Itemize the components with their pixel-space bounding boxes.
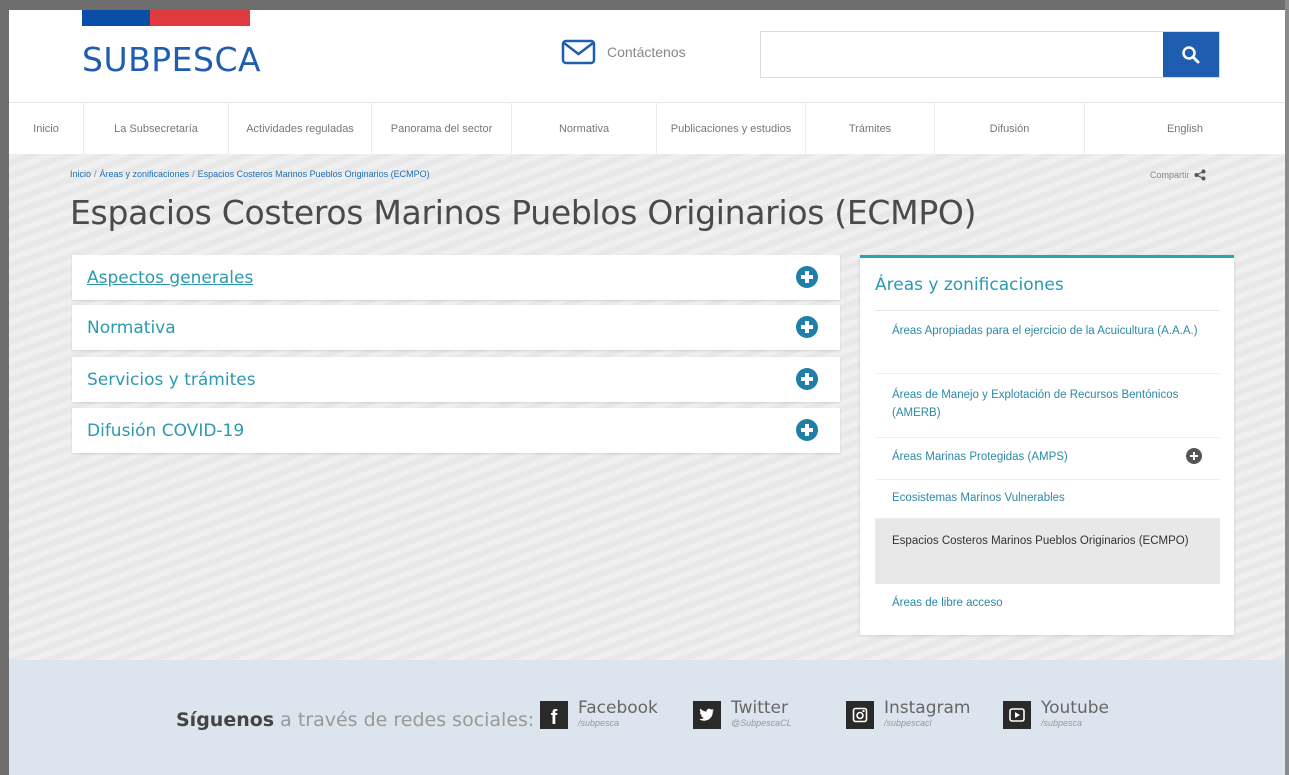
window-frame-top [0,0,1289,10]
sidebar-link-ecmpo-active[interactable]: Espacios Costeros Marinos Pueblos Origin… [875,519,1220,584]
nav-item-panorama[interactable]: Panorama del sector [372,103,512,154]
nav-item-difusion[interactable]: Difusión [935,103,1085,154]
sidebar-link-amerb[interactable]: Áreas de Manejo y Explotación de Recurso… [875,386,1220,438]
breadcrumb-separator: / [94,169,97,179]
breadcrumb-separator: / [192,169,195,179]
sidebar-panel: Áreas y zonificaciones Áreas Apropiadas … [860,255,1234,635]
sidebar-link-aaa[interactable]: Áreas Apropiadas para el ejercicio de la… [875,322,1220,374]
accordion-item-aspectos-generales[interactable]: Aspectos generales [72,255,840,300]
plus-circle-icon [796,316,818,338]
sidebar-link-libre-acceso[interactable]: Áreas de libre acceso [875,594,1220,618]
nav-item-tramites[interactable]: Trámites [806,103,935,154]
contact-label: Contáctenos [607,44,686,60]
contact-link[interactable]: Contáctenos [561,38,686,66]
plus-circle-icon [796,368,818,390]
flag-red [150,10,250,26]
main-nav: Inicio La Subsecretaría Actividades regu… [9,102,1285,154]
youtube-icon [1003,701,1031,729]
nav-item-normativa[interactable]: Normativa [512,103,657,154]
social-name: Twitter [731,698,788,718]
nav-item-inicio[interactable]: Inicio [9,103,84,154]
facebook-icon: f [540,701,568,729]
share-label: Compartir [1150,170,1190,180]
accordion-label: Normativa [87,317,176,338]
social-handle: @SubpescaCL [731,718,792,728]
window-frame-left [0,0,9,775]
page-title: Espacios Costeros Marinos Pueblos Origin… [70,193,977,232]
follow-text: Síguenos a través de redes sociales: [176,709,534,731]
breadcrumb: Inicio / Áreas y zonificaciones / Espaci… [70,169,430,179]
social-handle: /subpesca [578,718,620,728]
expand-circle-icon[interactable] [1186,448,1202,464]
social-name: Youtube [1041,698,1109,718]
window-frame-right [1285,0,1289,775]
breadcrumb-home[interactable]: Inicio [70,169,91,179]
breadcrumb-current[interactable]: Espacios Costeros Marinos Pueblos Origin… [198,169,430,179]
social-link-instagram[interactable]: Instagram/subpescacl [846,698,971,729]
brand-flag-bar [82,10,250,26]
social-link-youtube[interactable]: Youtube/subpesca [1003,698,1109,729]
social-name: Instagram [884,698,971,718]
search-button[interactable] [1163,32,1219,77]
social-link-twitter[interactable]: Twitter @SubpescaCL [693,698,792,729]
nav-item-subsecretaria[interactable]: La Subsecretaría [84,103,229,154]
twitter-icon [693,701,721,729]
social-link-facebook[interactable]: f Facebook/subpesca [540,698,658,729]
sidebar-link-ecosistemas[interactable]: Ecosistemas Marinos Vulnerables [875,489,1220,519]
instagram-icon [846,701,874,729]
search-icon [1182,45,1200,63]
share-icon [1194,169,1206,181]
nav-item-english[interactable]: English [1085,103,1285,154]
accordion-label: Aspectos generales [87,267,254,288]
nav-item-publicaciones[interactable]: Publicaciones y estudios [657,103,806,154]
accordion-item-servicios-tramites[interactable]: Servicios y trámites [72,357,840,402]
social-handle: /subpescacl [884,718,932,728]
envelope-icon [561,39,596,65]
follow-rest: a través de redes sociales: [274,709,535,731]
search-input[interactable] [761,32,1163,77]
sidebar-divider [875,310,1220,311]
follow-bold: Síguenos [176,709,275,731]
breadcrumb-section[interactable]: Áreas y zonificaciones [100,169,190,179]
sidebar-link-label: Espacios Costeros Marinos Pueblos Origin… [892,535,1189,547]
accordion-item-difusion-covid[interactable]: Difusión COVID-19 [72,408,840,453]
search-box [760,31,1220,78]
sidebar-link-amps[interactable]: Áreas Marinas Protegidas (AMPS) [875,448,1220,480]
share-button[interactable]: Compartir [1150,169,1206,181]
site-logo[interactable]: SUBPESCA [82,40,261,79]
social-handle: /subpesca [1041,718,1083,728]
accordion-label: Servicios y trámites [87,369,256,390]
plus-circle-icon [796,266,818,288]
sidebar-heading[interactable]: Áreas y zonificaciones [875,275,1064,295]
nav-item-actividades[interactable]: Actividades reguladas [229,103,372,154]
social-name: Facebook [578,698,658,718]
flag-blue [82,10,150,26]
accordion-label: Difusión COVID-19 [87,420,245,441]
plus-circle-icon [796,419,818,441]
accordion-item-normativa[interactable]: Normativa [72,305,840,350]
